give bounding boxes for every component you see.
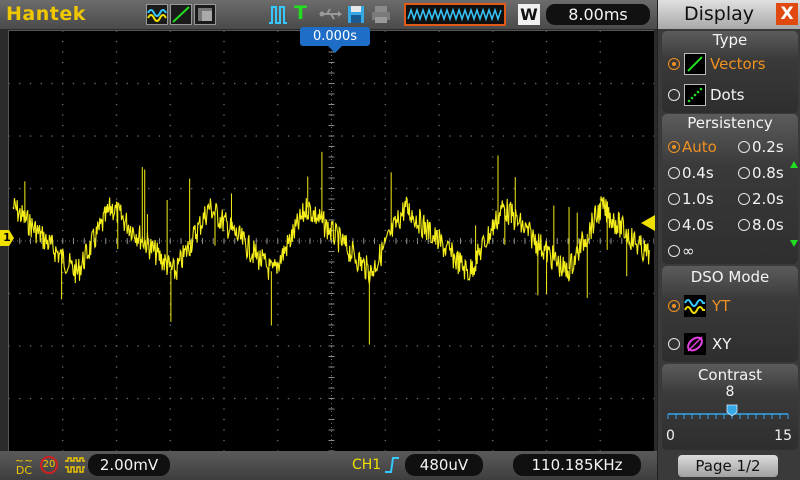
persist-0.4s-radio[interactable] [668,167,680,179]
timebase-readout[interactable]: 8.00ms [546,4,650,25]
persistence-icon[interactable] [194,4,216,25]
menu-title: Display [684,3,755,25]
type-group: Type Vectors Dots [662,31,798,113]
scroll-up-icon[interactable] [790,161,798,168]
dso-mode-group-title: DSO Mode [690,268,770,286]
usb-icon [318,4,342,25]
persist-0.2s-label[interactable]: 0.2s [752,138,784,156]
trigger-mode-icon[interactable] [268,4,288,25]
dots-icon [684,84,706,106]
vectors-icon [684,53,706,75]
xy-icon [684,333,706,355]
xy-label: XY [712,335,732,353]
bottom-status-bar: ~~ DC 20 2.00mV CH1 480uV 110.185KHz [0,451,657,480]
persist-2.0s-label[interactable]: 2.0s [752,190,784,208]
persistency-group-title: Persistency [687,114,773,132]
persist-0.8s-radio[interactable] [738,167,750,179]
persistency-group: Persistency Auto 0.2s 0.4s 0.8s 1.0s 2.0… [662,114,798,264]
contrast-group: Contrast 8 0 15 [662,364,798,450]
contrast-slider[interactable] [666,402,792,428]
ch1-coupling-indicator[interactable]: ~~ DC [14,455,34,476]
yt-icon [684,295,706,317]
display-menu-panel: Display X Type Vectors Dots Persistency … [657,0,800,480]
persist-auto-label[interactable]: Auto [682,138,717,156]
bandwidth-limit-badge[interactable]: 20 [40,456,58,474]
ch1-waveform-trace [12,151,650,345]
close-button[interactable]: X [776,3,798,25]
persist-4.0s-radio[interactable] [668,219,680,231]
persist-2.0s-radio[interactable] [738,193,750,205]
invert-waveform-icon [64,457,86,473]
type-group-title: Type [712,31,748,49]
yt-waveform-icon[interactable] [146,4,168,25]
frequency-readout: 110.185KHz [513,454,641,476]
vectors-radio[interactable] [668,58,680,70]
waveform-display [8,30,654,451]
trigger-level-readout[interactable]: 480uV [405,454,483,476]
dso-mode-group: DSO Mode YT XY [662,266,798,362]
persist-8.0s-label[interactable]: 8.0s [752,216,784,234]
persist-auto-radio[interactable] [668,141,680,153]
rising-edge-icon[interactable] [384,456,400,474]
trigger-position-marker[interactable]: 0.000s [300,27,370,46]
vector-draw-icon[interactable] [170,4,192,25]
persist-0.2s-radio[interactable] [738,141,750,153]
memory-waveform-icon [404,3,506,26]
acquire-mode-indicator: W [518,4,540,25]
vectors-label: Vectors [710,55,766,73]
yt-label: YT [712,297,731,315]
contrast-min-label: 0 [666,428,675,444]
brand-logo: Hantek [6,3,86,25]
persist-infinite-label[interactable]: ∞ [682,242,695,260]
trigger-source-label[interactable]: CH1 [352,457,381,473]
xy-radio[interactable] [668,338,680,350]
contrast-value: 8 [725,384,735,400]
top-status-bar: Hantek T W 8.00ms [0,0,657,29]
contrast-group-title: Contrast [697,366,763,384]
yt-radio[interactable] [668,300,680,312]
persist-0.8s-label[interactable]: 0.8s [752,164,784,182]
persist-8.0s-radio[interactable] [738,219,750,231]
trigger-T-icon: T [294,2,307,24]
trigger-level-arrow-icon[interactable] [641,215,655,231]
print-icon[interactable] [370,4,392,25]
page-button[interactable]: Page 1/2 [678,455,778,477]
trigger-position-arrow-icon [328,46,342,53]
contrast-max-label: 15 [774,428,792,444]
persist-1.0s-radio[interactable] [668,193,680,205]
persist-1.0s-label[interactable]: 1.0s [682,190,714,208]
scroll-down-icon[interactable] [790,240,798,247]
dots-radio[interactable] [668,89,680,101]
save-icon[interactable] [346,4,366,25]
persist-infinite-radio[interactable] [668,245,680,257]
menu-title-bar: Display X [658,0,800,29]
dots-label: Dots [710,86,745,104]
persist-4.0s-label[interactable]: 4.0s [682,216,714,234]
ch1-volts-div-readout[interactable]: 2.00mV [88,454,170,476]
persist-0.4s-label[interactable]: 0.4s [682,164,714,182]
